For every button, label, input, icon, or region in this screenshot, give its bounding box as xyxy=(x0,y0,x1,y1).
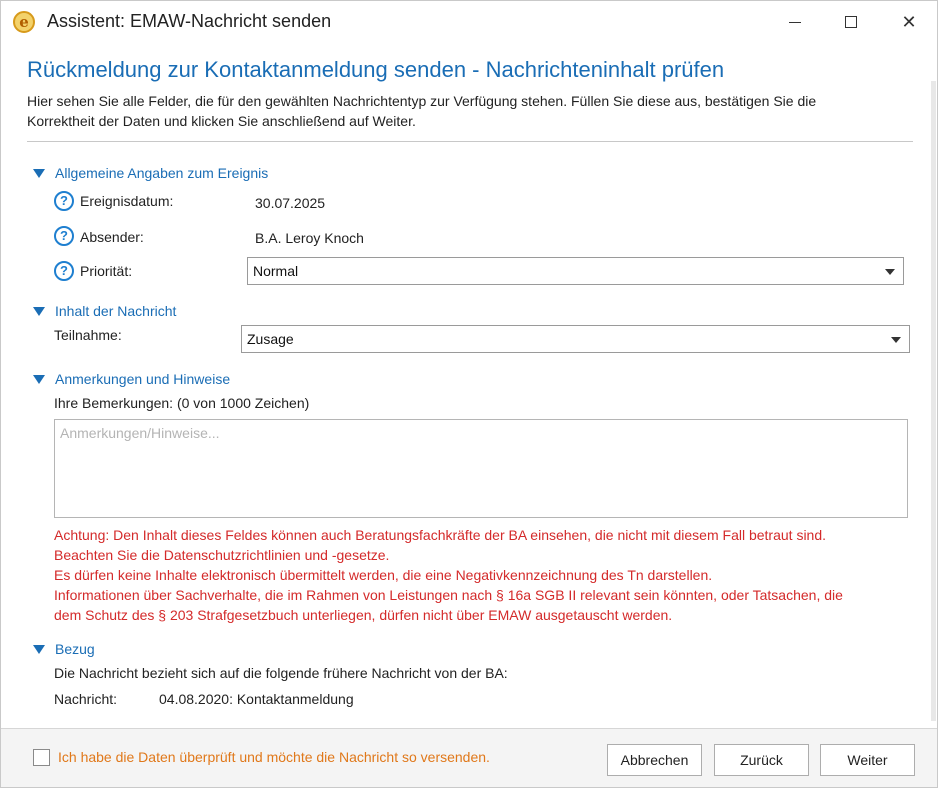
warning-line: Es dürfen keine Inhalte elektronisch übe… xyxy=(54,567,713,583)
maximize-button[interactable] xyxy=(829,7,873,37)
warning-line: Achtung: Den Inhalt dieses Feldes können… xyxy=(54,527,827,543)
minimize-icon xyxy=(789,21,801,23)
section-remarks-toggle[interactable]: Anmerkungen und Hinweise xyxy=(33,371,230,387)
warning-line: Beachten Sie die Datenschutzrichtlinien … xyxy=(54,547,390,563)
reference-message-label: Nachricht: xyxy=(54,691,118,707)
section-title: Bezug xyxy=(55,641,95,657)
priority-select[interactable]: Normal xyxy=(247,257,904,285)
reference-description: Die Nachricht bezieht sich auf die folge… xyxy=(54,665,508,681)
dialog-footer: Ich habe die Daten überprüft und möchte … xyxy=(1,729,937,787)
event-date-label: Ereignisdatum: xyxy=(80,193,174,209)
section-title: Inhalt der Nachricht xyxy=(55,303,177,319)
sender-label: Absender: xyxy=(80,229,144,245)
help-icon[interactable]: ? xyxy=(54,261,74,281)
scrollbar[interactable] xyxy=(931,81,936,721)
participation-selected-value: Zusage xyxy=(247,331,294,347)
title-bar: e Assistent: EMAW-Nachricht senden ✕ xyxy=(1,1,937,43)
section-title: Allgemeine Angaben zum Ereignis xyxy=(55,165,269,181)
confirm-checkbox[interactable] xyxy=(33,749,50,766)
remarks-textarea[interactable] xyxy=(54,419,908,518)
cancel-button[interactable]: Abbrechen xyxy=(607,744,702,776)
warning-line: Informationen über Sachverhalte, die im … xyxy=(54,587,843,603)
collapse-triangle-icon xyxy=(33,374,45,384)
participation-label: Teilnahme: xyxy=(54,327,122,343)
app-logo-icon: e xyxy=(13,11,35,33)
priority-selected-value: Normal xyxy=(253,263,299,279)
back-button[interactable]: Zurück xyxy=(714,744,809,776)
event-date-value: 30.07.2025 xyxy=(255,195,326,211)
page-title: Rückmeldung zur Kontaktanmeldung senden … xyxy=(27,57,725,82)
section-general-toggle[interactable]: Allgemeine Angaben zum Ereignis xyxy=(33,165,268,181)
collapse-triangle-icon xyxy=(33,168,45,178)
sender-value: B.A. Leroy Knoch xyxy=(255,230,364,246)
chevron-down-icon xyxy=(891,337,901,343)
confirm-label[interactable]: Ich habe die Daten überprüft und möchte … xyxy=(58,749,490,765)
maximize-icon xyxy=(845,16,857,28)
chevron-down-icon xyxy=(885,269,895,275)
section-reference-toggle[interactable]: Bezug xyxy=(33,641,95,657)
intro-text: Hier sehen Sie alle Felder, die für den … xyxy=(27,91,907,131)
help-icon[interactable]: ? xyxy=(54,191,74,211)
participation-select[interactable]: Zusage xyxy=(241,325,910,353)
warning-line: dem Schutz des § 203 Strafgesetzbuch unt… xyxy=(54,607,673,623)
intro-line: Korrektheit der Daten und klicken Sie an… xyxy=(27,113,416,129)
remarks-label: Ihre Bemerkungen: (0 von 1000 Zeichen) xyxy=(54,395,310,411)
dialog-window: e Assistent: EMAW-Nachricht senden ✕ Rüc… xyxy=(0,0,938,788)
help-icon[interactable]: ? xyxy=(54,226,74,246)
collapse-triangle-icon xyxy=(33,644,45,654)
section-message-toggle[interactable]: Inhalt der Nachricht xyxy=(33,303,176,319)
section-title: Anmerkungen und Hinweise xyxy=(55,371,231,387)
collapse-triangle-icon xyxy=(33,306,45,316)
close-button[interactable]: ✕ xyxy=(887,7,931,37)
data-protection-warning: Achtung: Den Inhalt dieses Feldes können… xyxy=(54,525,914,625)
header-separator xyxy=(27,141,913,142)
priority-label: Priorität: xyxy=(80,263,133,279)
window-title: Assistent: EMAW-Nachricht senden xyxy=(47,11,332,31)
intro-line: Hier sehen Sie alle Felder, die für den … xyxy=(27,93,817,109)
next-button[interactable]: Weiter xyxy=(820,744,915,776)
minimize-button[interactable] xyxy=(773,7,817,37)
close-icon: ✕ xyxy=(901,11,917,32)
reference-message-value: 04.08.2020: Kontaktanmeldung xyxy=(159,691,354,707)
